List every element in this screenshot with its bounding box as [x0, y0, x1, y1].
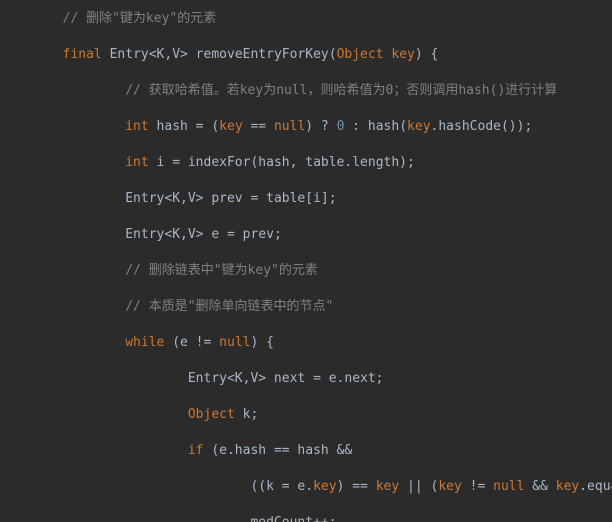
code-line: // 删除"键为key"的元素	[0, 10, 612, 28]
code-line: // 获取哈希值。若key为null，则哈希值为0；否则调用hash()进行计算	[0, 82, 612, 100]
code-line: final Entry<K,V> removeEntryForKey(Objec…	[0, 46, 612, 64]
code-line: Entry<K,V> next = e.next;	[0, 370, 612, 388]
code-line: int i = indexFor(hash, table.length);	[0, 154, 612, 172]
code-line: Object k;	[0, 406, 612, 424]
code-line: if (e.hash == hash &&	[0, 442, 612, 460]
code-line: int hash = (key == null) ? 0 : hash(key.…	[0, 118, 612, 136]
code-line: while (e != null) {	[0, 334, 612, 352]
code-block: // 删除"键为key"的元素 final Entry<K,V> removeE…	[0, 0, 612, 522]
code-line: // 删除链表中"键为key"的元素	[0, 262, 612, 280]
code-line: Entry<K,V> e = prev;	[0, 226, 612, 244]
code-line: Entry<K,V> prev = table[i];	[0, 190, 612, 208]
code-line: modCount++;	[0, 514, 612, 522]
code-line: ((k = e.key) == key || (key != null && k…	[0, 478, 612, 496]
code-line: // 本质是"删除单向链表中的节点"	[0, 298, 612, 316]
